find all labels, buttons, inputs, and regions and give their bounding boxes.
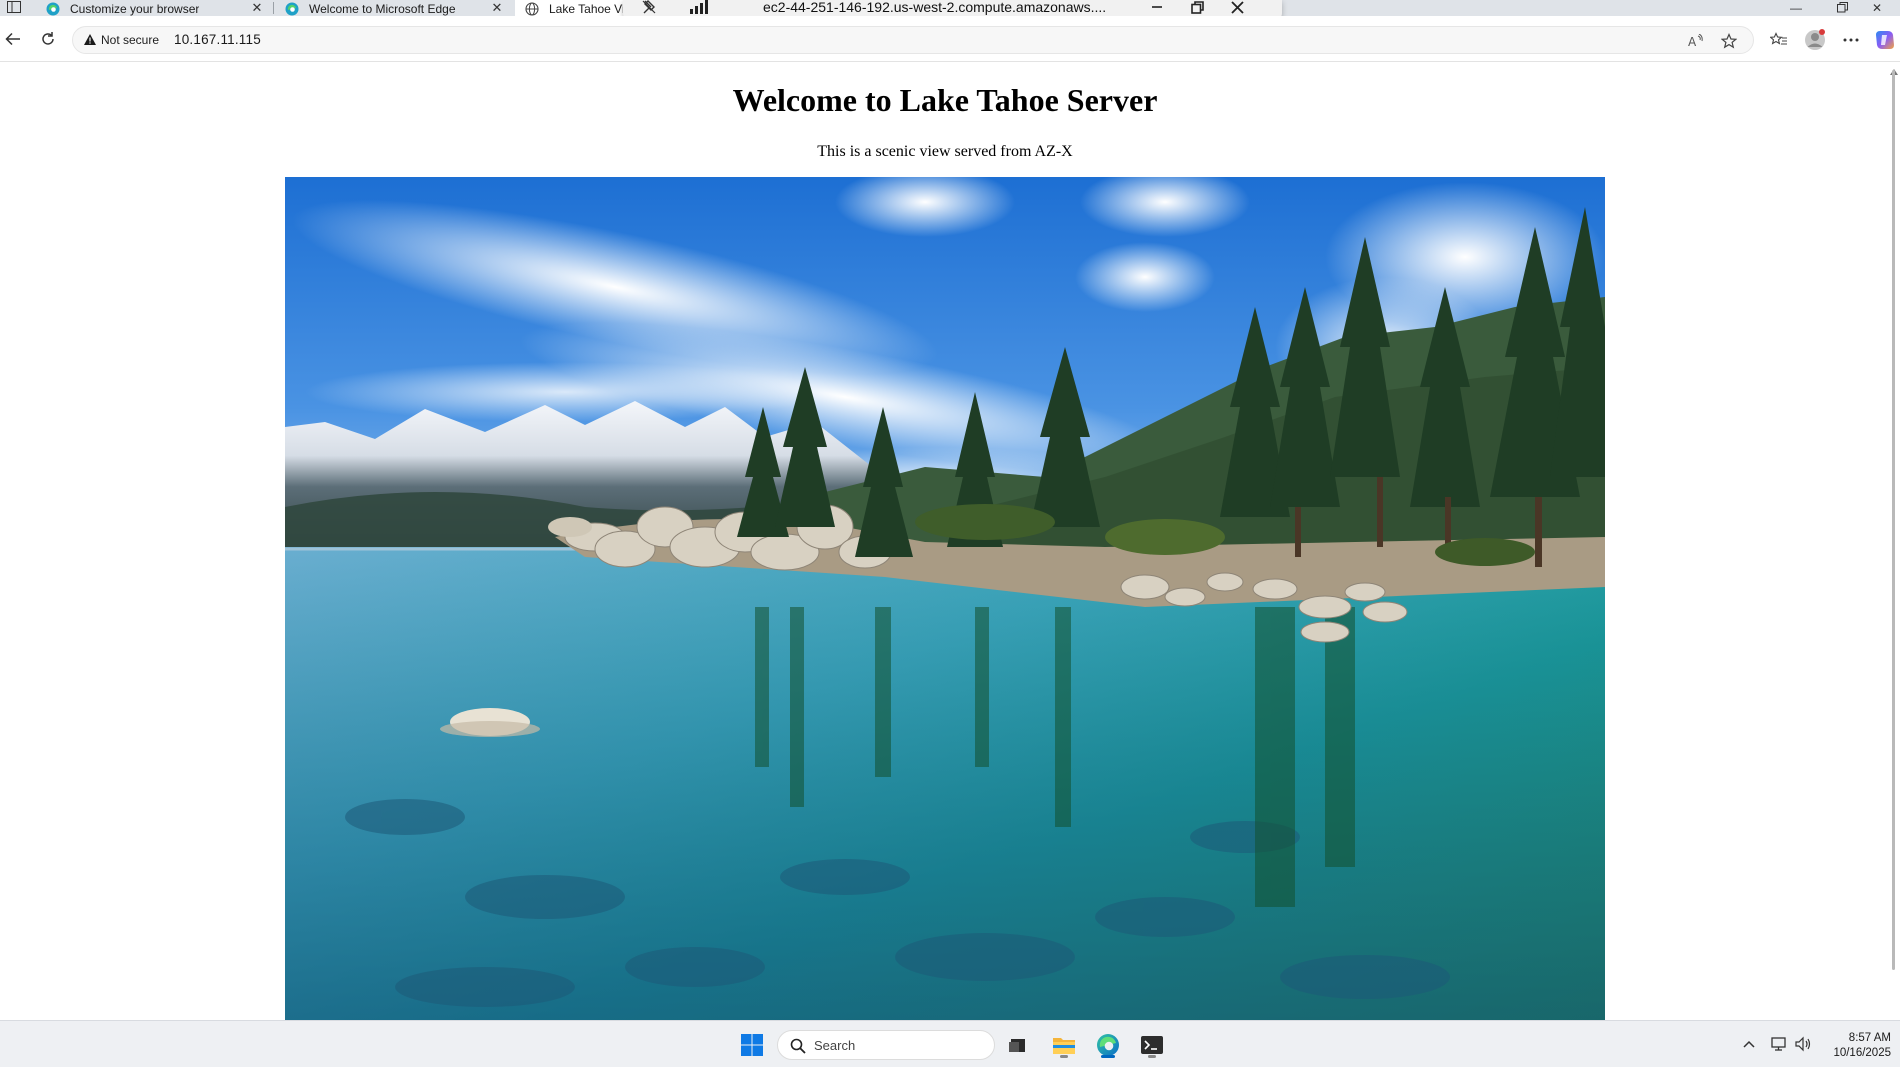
close-tab-icon[interactable]: ✕ — [490, 1, 504, 15]
system-clock[interactable]: 8:57 AM 10/16/2025 — [1833, 1031, 1891, 1061]
rd-restore-icon[interactable] — [1183, 0, 1211, 16]
tab-title: Welcome to Microsoft Edge — [309, 1, 456, 16]
running-indicator — [1148, 1055, 1156, 1058]
favorite-star-icon[interactable] — [1719, 32, 1739, 50]
profile-avatar-icon[interactable] — [1802, 28, 1828, 52]
tab-welcome-edge[interactable]: Welcome to Microsoft Edge ✕ — [275, 0, 512, 17]
show-hidden-icons-chevron-icon[interactable] — [1738, 1032, 1760, 1056]
copilot-icon[interactable] — [1872, 28, 1898, 52]
scroll-up-icon[interactable] — [1890, 62, 1898, 75]
rd-minimize-icon[interactable] — [1143, 0, 1171, 16]
tab-title: Customize your browser — [70, 1, 200, 16]
tab-separator — [273, 2, 274, 14]
search-icon — [790, 1038, 806, 1054]
connection-quality-icon[interactable] — [689, 0, 715, 16]
volume-icon[interactable] — [1793, 1032, 1815, 1056]
task-view-icon[interactable] — [1003, 1030, 1033, 1060]
scrollbar-thumb[interactable] — [1892, 70, 1895, 970]
pin-icon[interactable] — [641, 0, 663, 16]
lake-tahoe-photo — [285, 177, 1605, 1020]
tab-lake-tahoe[interactable]: Lake Tahoe Vi — [515, 0, 625, 17]
page-scrollbar[interactable] — [1888, 62, 1900, 1027]
read-aloud-icon[interactable]: A — [1686, 32, 1706, 50]
taskbar-search-box[interactable]: Search — [777, 1030, 995, 1060]
tab-title: Lake Tahoe Vi — [549, 1, 625, 16]
sidebar-toggle-icon[interactable] — [4, 0, 24, 14]
edge-icon — [46, 2, 60, 16]
address-bar[interactable]: Not secure 10.167.11.115 A — [72, 26, 1754, 54]
svg-text:A: A — [1688, 35, 1697, 48]
terminal-icon[interactable] — [1137, 1030, 1167, 1060]
search-label: Search — [814, 1038, 856, 1053]
minimize-window-icon[interactable]: — — [1773, 0, 1819, 15]
tab-customize-browser[interactable]: Customize your browser ✕ — [36, 0, 272, 17]
warning-triangle-icon[interactable] — [83, 33, 97, 47]
active-indicator — [1101, 1055, 1115, 1058]
file-explorer-icon[interactable] — [1049, 1030, 1079, 1060]
web-page: Welcome to Lake Tahoe Server This is a s… — [0, 62, 1900, 1020]
back-arrow-icon[interactable] — [0, 26, 26, 52]
close-tab-icon[interactable]: ✕ — [250, 1, 264, 15]
page-title: Welcome to Lake Tahoe Server — [732, 82, 1158, 118]
more-options-icon[interactable] — [1838, 28, 1864, 52]
clock-date: 10/16/2025 — [1833, 1047, 1891, 1059]
remote-host-name: ec2-44-251-146-192.us-west-2.compute.ama… — [763, 0, 1107, 15]
browser-toolbar: Not secure 10.167.11.115 A — [0, 16, 1900, 62]
refresh-icon[interactable] — [35, 26, 61, 52]
close-window-icon[interactable]: ✕ — [1854, 0, 1900, 15]
edge-icon — [285, 2, 299, 16]
windows-start-icon[interactable] — [737, 1030, 767, 1060]
globe-icon — [525, 1, 539, 16]
page-subtitle: This is a scenic view served from AZ-X — [817, 143, 1073, 160]
url-text[interactable]: 10.167.11.115 — [174, 32, 261, 47]
network-icon[interactable] — [1769, 1032, 1791, 1056]
favorites-icon[interactable] — [1766, 28, 1792, 52]
security-status-label[interactable]: Not secure — [101, 33, 159, 47]
clock-time: 8:57 AM — [1848, 1032, 1891, 1044]
running-indicator — [1060, 1055, 1068, 1058]
rd-close-icon[interactable] — [1223, 0, 1251, 16]
edge-taskbar-icon[interactable] — [1093, 1030, 1123, 1060]
windows-taskbar: Search 8:57 AM 10/16/2025 — [0, 1020, 1900, 1067]
